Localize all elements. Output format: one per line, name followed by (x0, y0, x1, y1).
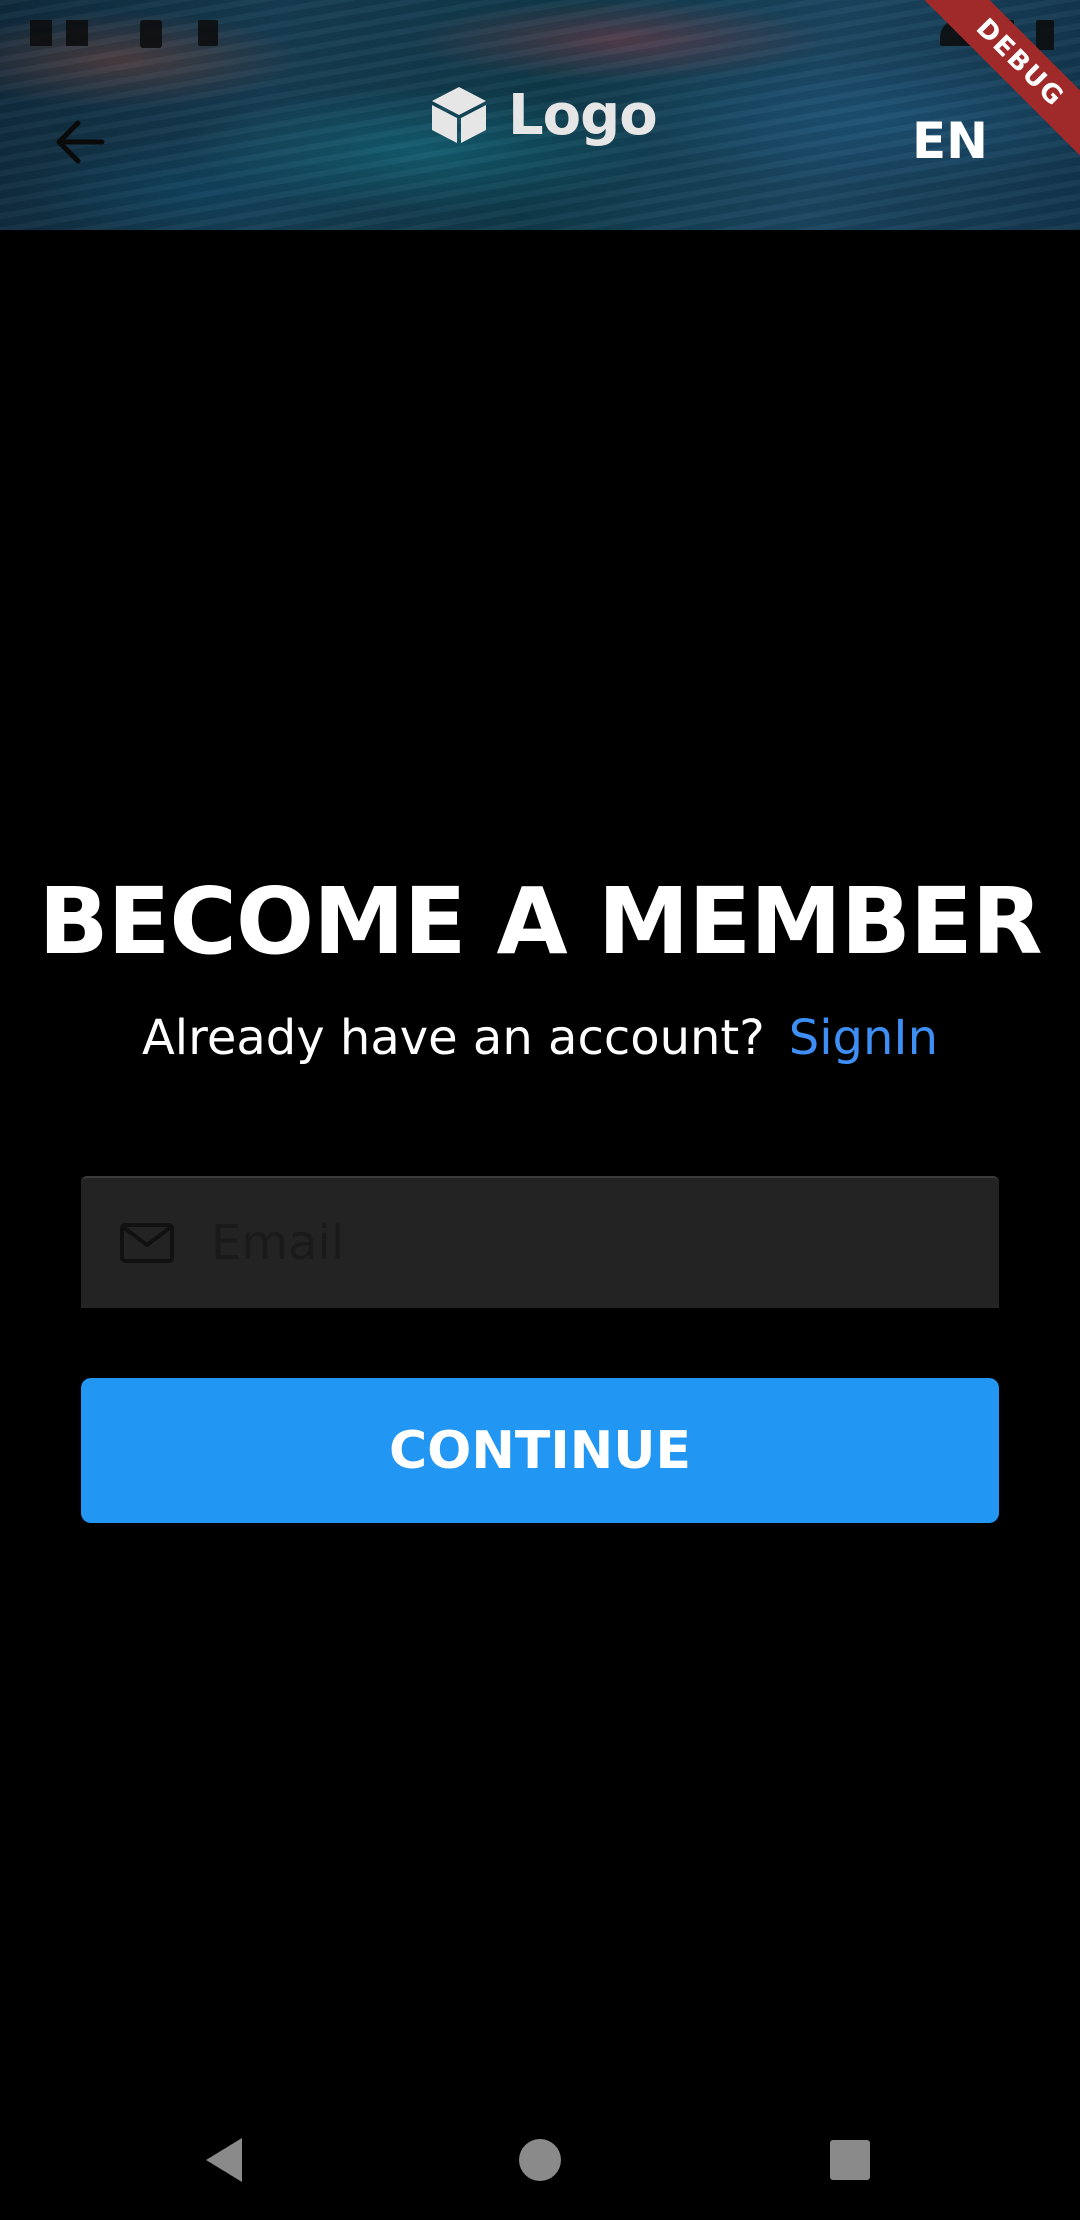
mail-icon (120, 1223, 174, 1263)
language-selector[interactable]: EN (912, 112, 988, 176)
logo-text: Logo (508, 82, 658, 148)
system-nav-bar (0, 2100, 1080, 2220)
account-prompt-row: Already have an account? SignIn (0, 1010, 1080, 1066)
email-field[interactable] (81, 1176, 999, 1308)
app-header: Logo EN (0, 0, 1080, 230)
signin-link[interactable]: SignIn (789, 1010, 938, 1066)
square-recents-icon[interactable] (820, 2130, 880, 2190)
app-logo: Logo (430, 80, 658, 150)
arrow-left-icon (56, 120, 105, 164)
cube-icon (432, 87, 486, 143)
triangle-back-icon[interactable] (196, 2130, 256, 2190)
battery-icon (1036, 20, 1054, 50)
back-button[interactable] (40, 102, 120, 182)
notification-icon (30, 20, 52, 46)
continue-button[interactable]: CONTINUE (81, 1378, 999, 1523)
email-input[interactable] (209, 1214, 953, 1272)
signup-screen: Logo EN DEBUG BECOME A MEMBER Already ha… (0, 0, 1080, 2220)
sd-card-icon (198, 20, 218, 46)
page-title: BECOME A MEMBER (38, 868, 1042, 975)
circle-home-icon[interactable] (510, 2130, 570, 2190)
status-bar (0, 0, 1080, 64)
sim-icon (140, 20, 162, 48)
account-prompt-text: Already have an account? (141, 1010, 765, 1066)
notification-icon (66, 20, 88, 46)
